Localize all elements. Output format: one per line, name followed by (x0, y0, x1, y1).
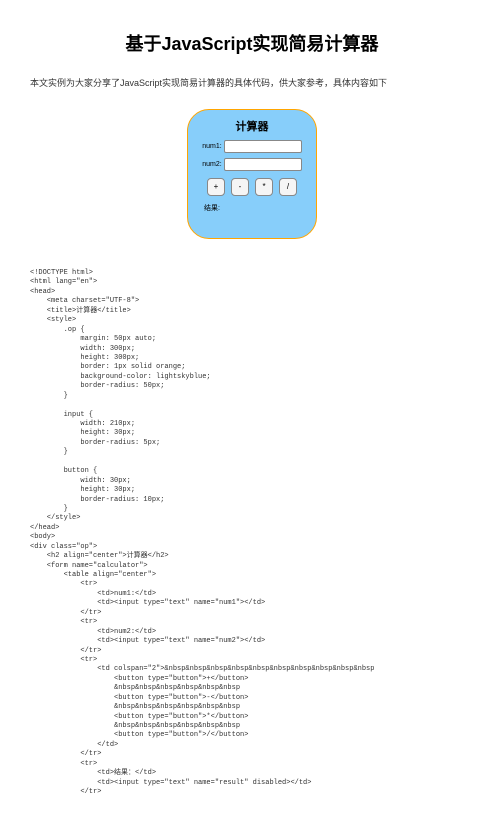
num2-input[interactable] (224, 158, 302, 171)
result-label: 结果: (204, 203, 220, 213)
page-title: 基于JavaScript实现简易计算器 (30, 30, 474, 56)
intro-text: 本文实例为大家分享了JavaScript实现简易计算器的具体代码，供大家参考，具… (30, 76, 474, 89)
code-block: <!DOCTYPE html> <html lang="en"> <head> … (30, 269, 474, 798)
calculator-preview: 计算器 num1: num2: + - * / 结果: (187, 109, 317, 239)
num1-label: num1: (202, 143, 221, 150)
result-input (220, 202, 280, 214)
num1-input[interactable] (224, 140, 302, 153)
result-row: 结果: (198, 202, 306, 214)
num2-row: num2: (198, 158, 306, 171)
subtract-button[interactable]: - (231, 178, 249, 196)
multiply-button[interactable]: * (255, 178, 273, 196)
calc-heading: 计算器 (236, 118, 269, 134)
num1-row: num1: (198, 140, 306, 153)
add-button[interactable]: + (207, 178, 225, 196)
operator-buttons: + - * / (207, 178, 297, 196)
divide-button[interactable]: / (279, 178, 297, 196)
num2-label: num2: (202, 161, 221, 168)
